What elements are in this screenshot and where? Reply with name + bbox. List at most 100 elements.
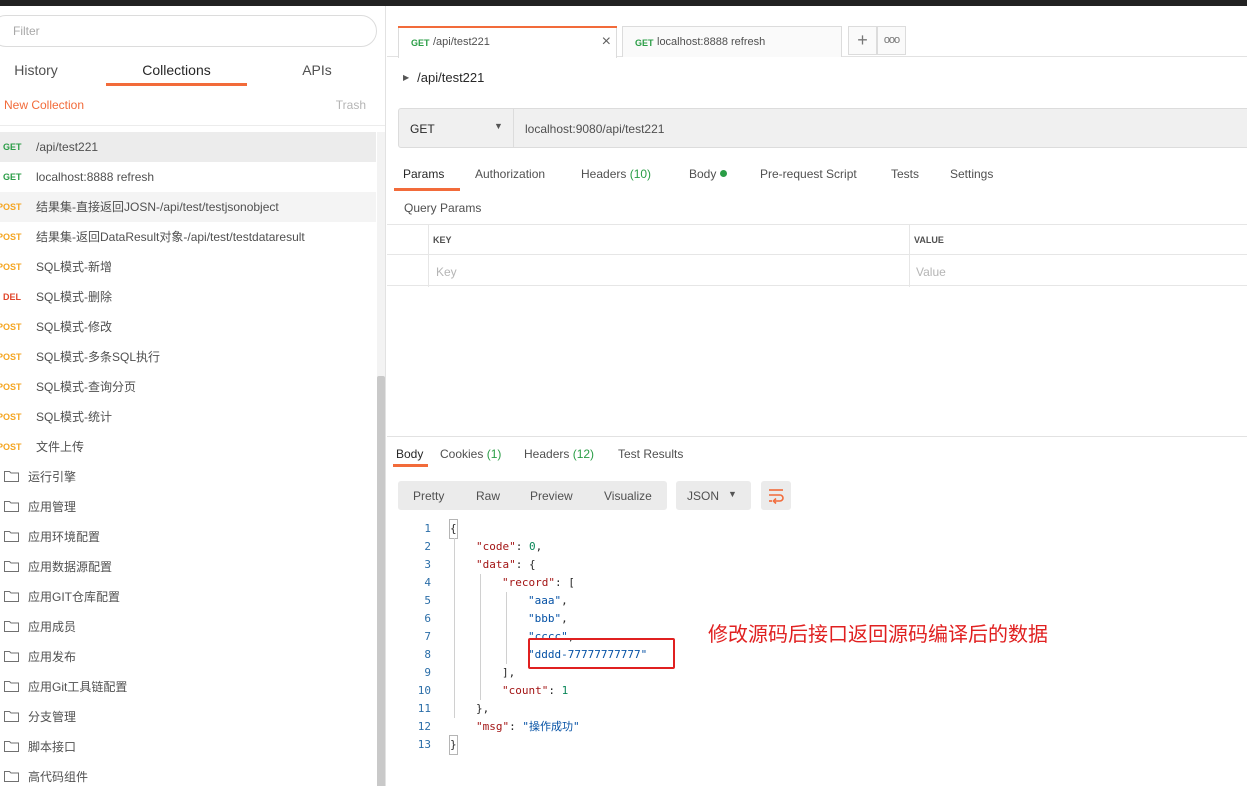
code-token: "操作成功" bbox=[522, 720, 580, 733]
folder-name: 应用成员 bbox=[28, 620, 77, 634]
code-token: , bbox=[561, 594, 568, 607]
more-icon[interactable]: ooo bbox=[877, 26, 906, 55]
sidebar-folder-item[interactable]: 运行引擎 bbox=[0, 462, 376, 492]
line-number: 4 bbox=[424, 576, 431, 589]
request-tab[interactable]: GET localhost:8888 refresh bbox=[622, 26, 842, 57]
sidebar-folder-item[interactable]: 应用数据源配置 bbox=[0, 552, 376, 582]
filter-box[interactable] bbox=[0, 15, 377, 47]
code-content: "aaa", bbox=[528, 592, 568, 610]
value-column-header: VALUE bbox=[914, 235, 944, 245]
folder-name: 应用GIT仓库配置 bbox=[28, 590, 120, 604]
expand-triangle-icon[interactable]: ▶ bbox=[403, 73, 409, 82]
tab-authorization[interactable]: Authorization bbox=[475, 167, 545, 181]
line-number: 9 bbox=[424, 666, 431, 679]
method-select[interactable]: GET ▼ bbox=[399, 109, 514, 147]
visualize-button[interactable]: Visualize bbox=[604, 489, 652, 503]
sidebar-request-item[interactable]: POST SQL模式-统计 bbox=[0, 402, 376, 432]
code-token: "data" bbox=[476, 558, 516, 571]
tab-response-body[interactable]: Body bbox=[396, 447, 423, 461]
sidebar-request-item[interactable]: DEL SQL模式-删除 bbox=[0, 282, 376, 312]
sidebar-request-item[interactable]: POST 文件上传 bbox=[0, 432, 376, 462]
code-content: "data": { bbox=[476, 556, 536, 574]
method-badge: POST bbox=[0, 322, 22, 332]
tab-cookies-label: Cookies bbox=[440, 447, 484, 461]
scrollbar-thumb[interactable] bbox=[377, 376, 385, 786]
main-panel: GET /api/test221 × GET localhost:8888 re… bbox=[387, 6, 1247, 786]
tab-tests[interactable]: Tests bbox=[891, 167, 919, 181]
sidebar-request-item[interactable]: POST SQL模式-新增 bbox=[0, 252, 376, 282]
line-number: 8 bbox=[424, 648, 431, 661]
method-badge: GET bbox=[3, 142, 22, 152]
tab-settings[interactable]: Settings bbox=[950, 167, 993, 181]
folder-icon bbox=[4, 621, 19, 632]
sidebar-request-item[interactable]: POST 结果集-返回DataResult对象-/api/test/testdat… bbox=[0, 222, 376, 252]
tab-body[interactable]: Body bbox=[689, 167, 728, 181]
code-token: , bbox=[561, 612, 568, 625]
sidebar-folder-item[interactable]: 应用管理 bbox=[0, 492, 376, 522]
code-token: 1 bbox=[561, 684, 569, 697]
tab-response-headers[interactable]: Headers (12) bbox=[524, 447, 594, 461]
breadcrumb[interactable]: ▶ /api/test221 bbox=[403, 70, 484, 85]
format-select[interactable]: JSON ▼ bbox=[676, 481, 751, 510]
sidebar-request-item[interactable]: GET localhost:8888 refresh bbox=[0, 162, 376, 192]
tab-history[interactable]: History bbox=[0, 58, 72, 88]
tab-collections[interactable]: Collections bbox=[106, 58, 247, 88]
tab-cookies[interactable]: Cookies (1) bbox=[440, 447, 501, 461]
code-token: }, bbox=[476, 702, 490, 715]
close-icon[interactable]: × bbox=[602, 33, 611, 51]
code-content: "code": 0, bbox=[476, 538, 542, 556]
tab-test-results[interactable]: Test Results bbox=[618, 447, 683, 461]
sidebar-request-item[interactable]: POST SQL模式-多条SQL执行 bbox=[0, 342, 376, 372]
request-tab-bar: GET /api/test221 × GET localhost:8888 re… bbox=[387, 6, 1247, 58]
divider bbox=[428, 225, 429, 287]
request-name: 结果集-返回DataResult对象-/api/test/testdatares… bbox=[36, 230, 305, 244]
sidebar-request-item[interactable]: POST 结果集-直接返回JOSN-/api/test/testjsonobjec… bbox=[0, 192, 376, 222]
tab-prerequest-script[interactable]: Pre-request Script bbox=[760, 167, 857, 181]
code-token: ], bbox=[502, 666, 516, 679]
method-badge: GET bbox=[3, 172, 22, 182]
folder-name: 分支管理 bbox=[28, 710, 77, 724]
sidebar-folder-item[interactable]: 应用成员 bbox=[0, 612, 376, 642]
tab-label: localhost:8888 refresh bbox=[657, 36, 766, 48]
url-input[interactable]: localhost:9080/api/test221 bbox=[525, 122, 664, 136]
sidebar-request-item[interactable]: GET/api/test221 bbox=[0, 132, 376, 162]
pretty-button[interactable]: Pretty bbox=[413, 489, 444, 503]
preview-button[interactable]: Preview bbox=[530, 489, 573, 503]
sidebar-folder-item[interactable]: 应用GIT仓库配置 bbox=[0, 582, 376, 612]
wrap-lines-button[interactable] bbox=[761, 481, 791, 510]
line-number: 10 bbox=[417, 684, 431, 697]
tab-apis[interactable]: APIs bbox=[283, 58, 351, 88]
tab-params[interactable]: Params bbox=[403, 167, 444, 181]
sidebar-folder-item[interactable]: 应用发布 bbox=[0, 642, 376, 672]
param-key-input[interactable]: Key bbox=[436, 265, 457, 279]
status-dot bbox=[720, 170, 728, 177]
raw-button[interactable]: Raw bbox=[476, 489, 500, 503]
new-collection-button[interactable]: New Collection bbox=[4, 98, 84, 112]
params-table: KEY VALUE Key Value bbox=[387, 224, 1247, 287]
param-value-input[interactable]: Value bbox=[916, 265, 946, 279]
code-token: } bbox=[450, 738, 457, 751]
active-tab-underline bbox=[394, 188, 460, 191]
request-tab[interactable]: GET /api/test221 × bbox=[398, 26, 617, 58]
sidebar-request-item[interactable]: POST SQL模式-修改 bbox=[0, 312, 376, 342]
plus-icon[interactable]: + bbox=[848, 26, 877, 55]
trash-button[interactable]: Trash bbox=[336, 98, 366, 112]
code-token: "record" bbox=[502, 576, 555, 589]
indent-guide bbox=[480, 574, 481, 700]
filter-input[interactable] bbox=[13, 24, 313, 38]
sidebar-folder-item[interactable]: 应用环境配置 bbox=[0, 522, 376, 552]
method-value: GET bbox=[410, 122, 435, 136]
sidebar-folder-item[interactable]: 分支管理 bbox=[0, 702, 376, 732]
code-token: "code" bbox=[476, 540, 516, 553]
response-headers-count: (12) bbox=[572, 447, 595, 461]
code-token: "aaa" bbox=[528, 594, 562, 607]
sidebar-folder-item[interactable]: 应用Git工具链配置 bbox=[0, 672, 376, 702]
method-badge: POST bbox=[0, 442, 22, 452]
sidebar-request-item[interactable]: POST SQL模式-查询分页 bbox=[0, 372, 376, 402]
sidebar-folder-item[interactable]: 脚本接口 bbox=[0, 732, 376, 762]
sidebar-folder-item[interactable]: 高代码组件 bbox=[0, 762, 376, 786]
response-divider[interactable] bbox=[387, 436, 1247, 437]
tab-headers[interactable]: Headers (10) bbox=[581, 167, 651, 181]
indent-guide bbox=[506, 592, 507, 664]
folder-name: 应用数据源配置 bbox=[28, 560, 113, 574]
